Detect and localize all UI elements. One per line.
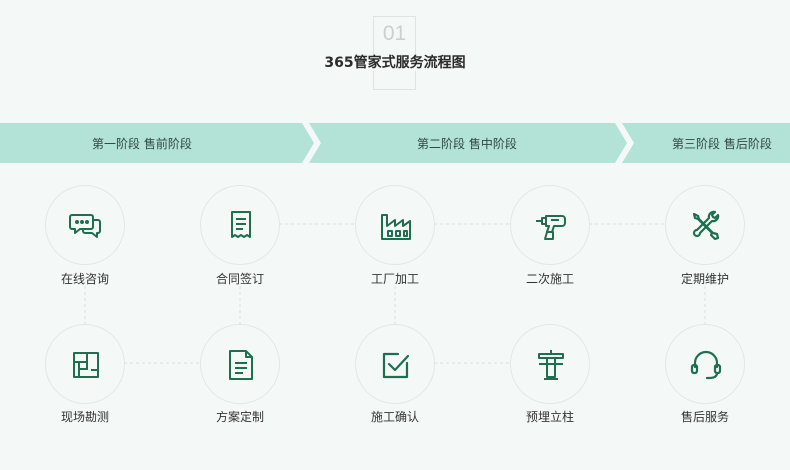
step-regular-maintenance[interactable]	[665, 185, 745, 265]
step-label: 定期维护	[680, 272, 729, 286]
step-label: 合同签订	[215, 272, 264, 286]
step-site-survey[interactable]	[45, 324, 125, 404]
step-circle	[665, 185, 745, 265]
step-label: 在线咨询	[60, 272, 109, 286]
contract-document-icon	[231, 211, 251, 238]
step-label: 施工确认	[370, 410, 419, 424]
step-factory-processing[interactable]	[355, 185, 435, 265]
chat-bubbles-icon	[69, 214, 101, 238]
step-embedded-pillar[interactable]	[510, 324, 590, 404]
step-secondary-construction[interactable]	[510, 185, 590, 265]
step-circle	[200, 324, 280, 404]
step-construction-confirm[interactable]	[355, 324, 435, 404]
step-label: 现场勘测	[60, 410, 109, 424]
pillar-icon	[538, 350, 564, 380]
plan-document-icon	[229, 350, 253, 380]
step-circle	[510, 185, 590, 265]
step-online-consult[interactable]	[45, 185, 125, 265]
step-contract-signing[interactable]	[200, 185, 280, 265]
step-label: 售后服务	[680, 410, 729, 424]
power-drill-icon	[536, 215, 566, 240]
floor-plan-icon	[73, 352, 99, 378]
step-circle	[355, 324, 435, 404]
step-circle	[200, 185, 280, 265]
step-after-sales[interactable]	[665, 324, 745, 404]
step-circle	[510, 324, 590, 404]
headset-icon	[690, 350, 722, 380]
step-label: 预埋立柱	[525, 410, 574, 424]
checkbox-icon	[382, 352, 410, 379]
step-label: 方案定制	[215, 410, 264, 424]
step-circle	[355, 185, 435, 265]
factory-icon	[381, 214, 411, 240]
step-circle	[45, 324, 125, 404]
wrench-screwdriver-icon	[692, 210, 720, 241]
step-circle	[665, 324, 745, 404]
step-label: 工厂加工	[370, 272, 419, 286]
step-label: 二次施工	[525, 272, 574, 286]
step-circle	[45, 185, 125, 265]
step-plan-customization[interactable]	[200, 324, 280, 404]
